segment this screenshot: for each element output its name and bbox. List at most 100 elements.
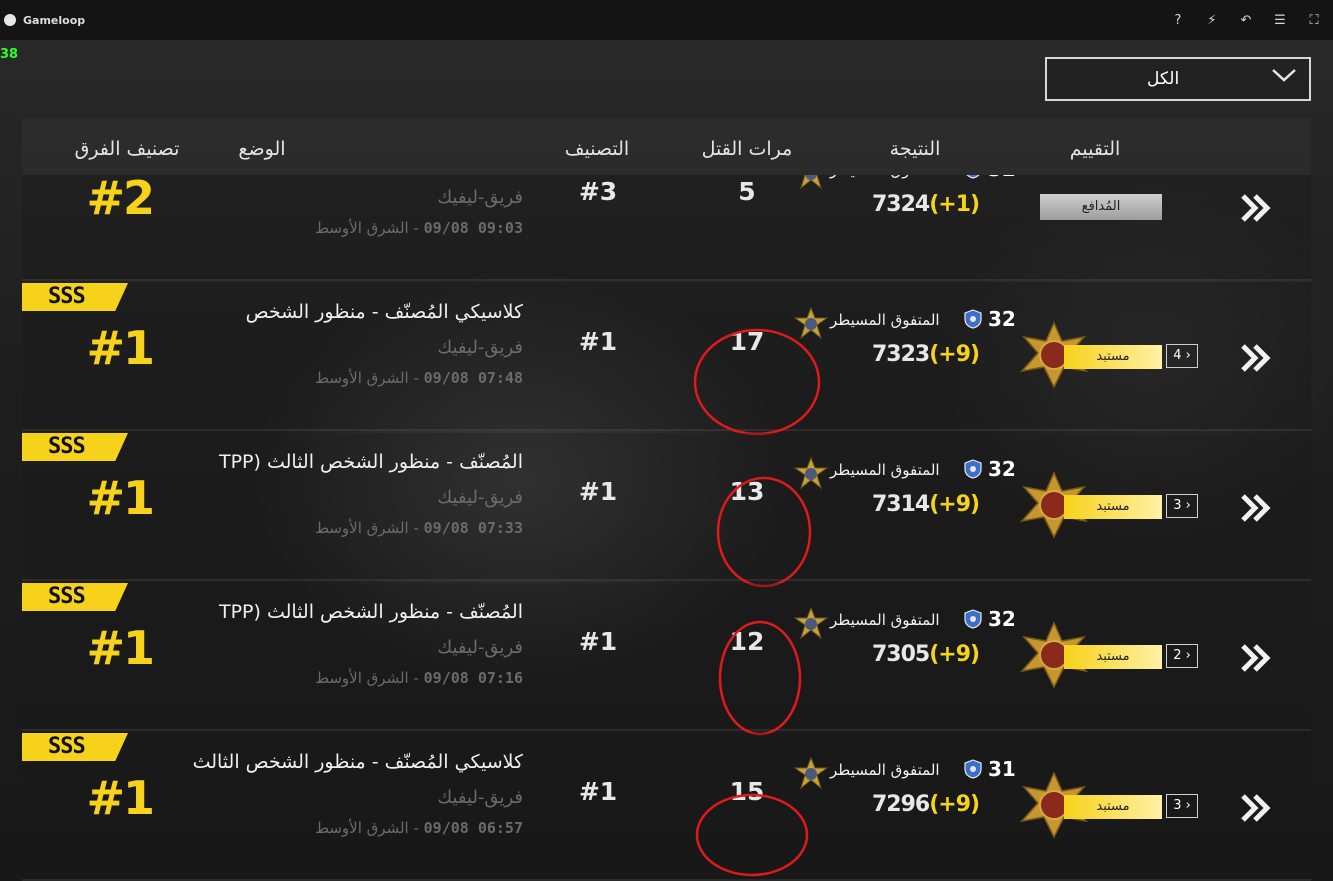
rank-score: 7314(+9): [872, 492, 980, 517]
match-datetime: 09:03 09/08: [423, 219, 524, 237]
window-controls: ? ⚡ ↶ ☰ ⛶: [1171, 0, 1321, 40]
shield-icon: [964, 175, 982, 179]
match-meta: 09:03 09/08 - الشرق الأوسط: [315, 219, 524, 237]
match-mode: كلاسيكي المُصنّف - منظور الشخص الثالث: [192, 751, 523, 773]
rating-count[interactable]: 3 ›: [1166, 794, 1198, 818]
match-mode: المُصنّف - منظور الشخص الثالث (TPP: [218, 601, 523, 623]
rating-label: مستبد: [1064, 495, 1162, 519]
details-arrow-icon[interactable]: [1237, 490, 1273, 526]
result-cell: المتفوق المسيطر 32 7305(+9): [792, 605, 1016, 675]
menu-icon[interactable]: ☰: [1273, 13, 1287, 28]
match-row[interactable]: SSS #1 كلاسيكي المُصنّف - منظور الشخص فر…: [22, 283, 1311, 431]
match-rank: #1: [578, 627, 618, 656]
header-team-rank: تصنيف الفرق: [74, 138, 180, 160]
rating-count[interactable]: 3 ›: [1166, 494, 1198, 518]
shield-icon: [964, 759, 982, 779]
score-delta: (+9): [929, 792, 980, 817]
tier-badge: SSS: [22, 583, 128, 611]
match-region: الشرق الأوسط: [315, 669, 409, 687]
details-arrow-icon[interactable]: [1237, 790, 1273, 826]
tier-emblem-icon: [793, 306, 829, 341]
player-level: 32: [988, 175, 1016, 181]
rating-count[interactable]: 4 ›: [1166, 344, 1198, 368]
score-value: 7296: [872, 792, 930, 817]
fullscreen-icon[interactable]: ⛶: [1307, 13, 1321, 28]
header-rating: التقييم: [1069, 138, 1121, 160]
rating-label: مستبد: [1064, 795, 1162, 819]
window-titlebar: Gameloop ? ⚡ ↶ ☰ ⛶: [0, 0, 1333, 40]
score-value: 7314: [872, 492, 930, 517]
player-level: 32: [988, 607, 1016, 631]
match-kills: 12: [729, 627, 765, 656]
score-delta: (+9): [929, 642, 980, 667]
help-icon[interactable]: ?: [1171, 13, 1185, 28]
rank-score: 7324(+1): [872, 192, 980, 217]
result-cell: المتفوق المسيطر 32 7323(+9): [792, 305, 1016, 375]
rank-name: المتفوق المسيطر: [830, 461, 940, 479]
match-region: الشرق الأوسط: [315, 519, 409, 537]
chevron-down-icon: [1272, 69, 1296, 82]
shield-icon: [964, 609, 982, 629]
tier-emblem-icon: [793, 606, 829, 641]
window-title: Gameloop: [23, 13, 86, 27]
tier-emblem-icon: [794, 175, 828, 191]
team-rank: #1: [86, 771, 155, 825]
filter-dropdown[interactable]: الكل: [1045, 57, 1311, 101]
match-rank: #1: [578, 777, 618, 806]
match-submode: فريق-ليفيك: [437, 787, 523, 808]
match-row[interactable]: SSS #1 كلاسيكي المُصنّف - منظور الشخص ال…: [22, 733, 1311, 881]
rating-count[interactable]: 2 ›: [1166, 644, 1198, 668]
match-datetime: 07:16 09/08: [423, 669, 524, 687]
match-list: SSS #2 كلاسيكي المُصنّف - منظور الشخص فر…: [22, 175, 1311, 881]
match-mode: المُصنّف - منظور الشخص الثالث (TPP: [218, 451, 523, 473]
rank-name: المتفوق المسيطر: [830, 175, 940, 179]
match-rank: #1: [578, 327, 618, 356]
rating-label: المُدافع: [1040, 194, 1162, 220]
rating-count-value: 2: [1173, 648, 1182, 663]
tier-emblem-icon: [793, 456, 829, 491]
match-region: الشرق الأوسط: [315, 819, 409, 837]
header-rank: التصنيف: [564, 138, 630, 160]
score-value: 7324: [872, 192, 930, 217]
match-region: الشرق الأوسط: [315, 219, 409, 237]
match-kills: 17: [729, 327, 765, 356]
header-kills: مرات القتل: [701, 138, 793, 160]
rating-cell: مستبد 3 ›: [1018, 769, 1208, 849]
match-submode: فريق-ليفيك: [437, 187, 523, 208]
row-separator: [22, 429, 1311, 431]
rating-label: مستبد: [1064, 645, 1162, 669]
back-icon[interactable]: ↶: [1239, 13, 1253, 28]
rank-name: المتفوق المسيطر: [830, 761, 940, 779]
row-separator: [22, 279, 1311, 281]
score-delta: (+9): [929, 342, 980, 367]
result-cell: المتفوق المسيطر 32 7314(+9): [792, 455, 1016, 525]
match-row[interactable]: SSS #1 المُصنّف - منظور الشخص الثالث (TP…: [22, 433, 1311, 581]
team-rank: #2: [86, 175, 155, 225]
rank-score: 7305(+9): [872, 642, 980, 667]
row-separator: [22, 579, 1311, 581]
table-header: تصنيف الفرق الوضع التصنيف مرات القتل الن…: [22, 118, 1311, 175]
rank-name: المتفوق المسيطر: [830, 311, 940, 329]
match-rank: #1: [578, 477, 618, 506]
rating-count-value: 3: [1173, 498, 1182, 513]
match-meta: 07:16 09/08 - الشرق الأوسط: [315, 669, 524, 687]
match-row[interactable]: SSS #1 المُصنّف - منظور الشخص الثالث (TP…: [22, 583, 1311, 731]
rating-count-value: 4: [1173, 348, 1182, 363]
match-meta: 07:48 09/08 - الشرق الأوسط: [315, 369, 524, 387]
tier-badge: SSS: [22, 283, 128, 311]
boost-icon[interactable]: ⚡: [1205, 13, 1219, 28]
details-arrow-icon[interactable]: [1237, 340, 1273, 376]
match-datetime: 07:48 09/08: [423, 369, 524, 387]
match-region: الشرق الأوسط: [315, 369, 409, 387]
fps-counter: 38: [0, 47, 19, 62]
details-arrow-icon[interactable]: [1237, 190, 1273, 226]
row-background: [22, 175, 1311, 281]
rating-cell: مستبد 4 ›: [1018, 319, 1208, 399]
match-kills: 15: [729, 777, 765, 806]
match-meta: 07:33 09/08 - الشرق الأوسط: [315, 519, 524, 537]
match-kills: 13: [729, 477, 765, 506]
header-result: النتيجة: [889, 138, 941, 160]
match-row[interactable]: SSS #2 كلاسيكي المُصنّف - منظور الشخص فر…: [22, 175, 1311, 281]
match-mode: كلاسيكي المُصنّف - منظور الشخص: [245, 301, 523, 323]
details-arrow-icon[interactable]: [1237, 640, 1273, 676]
